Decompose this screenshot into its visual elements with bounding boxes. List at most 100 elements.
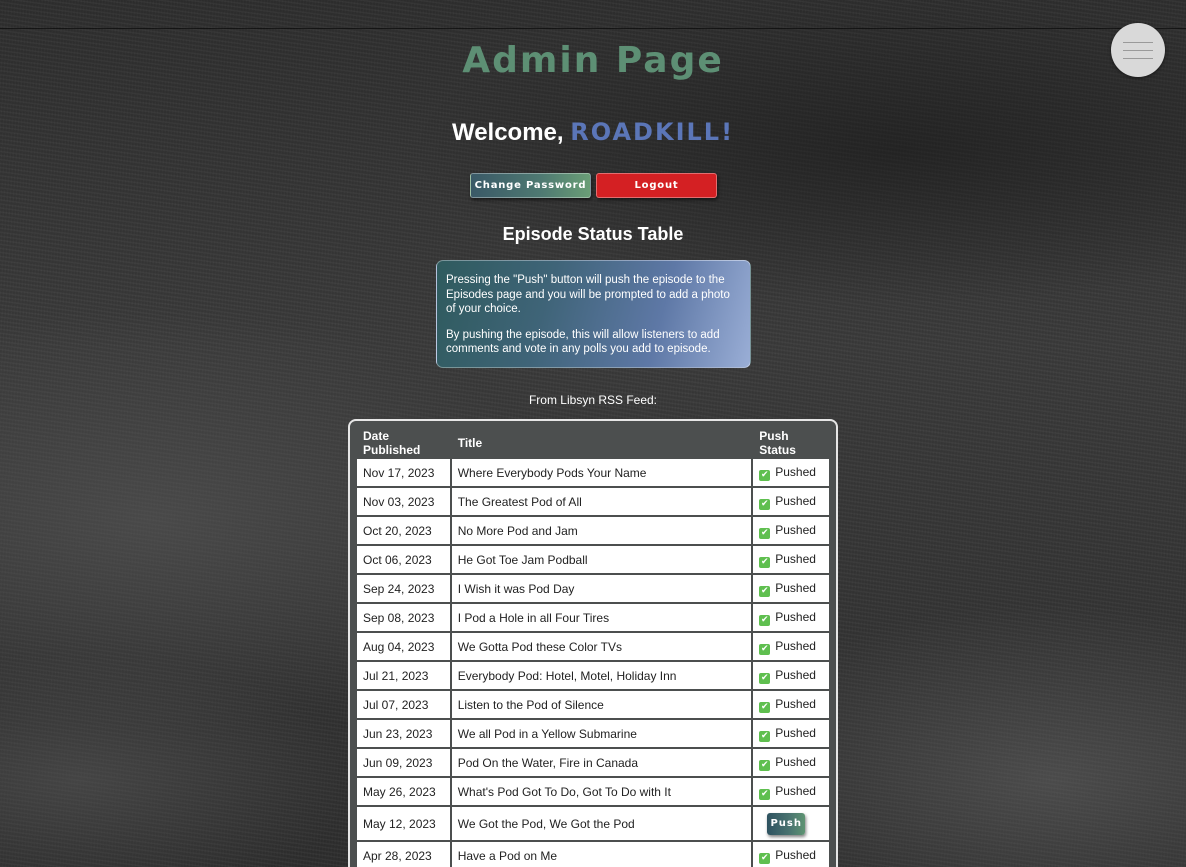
section-title: Episode Status Table — [502, 224, 684, 244]
push-status-cell: ✔ Pushed — [753, 488, 829, 515]
push-status-label: Pushed — [775, 551, 816, 566]
push-status-label: Pushed — [775, 464, 816, 479]
push-status-label: Pushed — [775, 493, 816, 508]
table-row: Oct 06, 2023 He Got Toe Jam Podball ✔ Pushe… — [357, 546, 829, 573]
push-status-label: Pushed — [775, 783, 816, 798]
table-row: Oct 20, 2023 No More Pod and Jam ✔ Pushed — [357, 517, 829, 544]
table-row: May 26, 2023 What's Pod Got To Do, Got To… — [357, 778, 829, 805]
info-paragraph: By pushing the episode, this will allow … — [446, 328, 720, 356]
column-header-status: Push Status — [759, 429, 796, 457]
logout-button[interactable]: Logout — [596, 173, 717, 198]
push-status-label: Pushed — [775, 609, 816, 624]
table-row: Nov 17, 2023 Where Everybody Pods Your Na… — [357, 459, 829, 486]
page-title: Admin Page — [462, 40, 724, 81]
checkmark-icon: ✔ — [759, 614, 771, 626]
checkmark-icon: ✔ — [759, 556, 771, 568]
checkmark-icon: ✔ — [759, 701, 771, 713]
table-body: Nov 17, 2023 Where Everybody Pods Your Na… — [357, 459, 829, 867]
push-status-cell: ✔ Pushed — [753, 720, 829, 747]
checkmark-icon: ✔ — [759, 672, 771, 684]
episode-date: Oct 06, 2023 — [357, 546, 450, 573]
episode-date: Nov 03, 2023 — [357, 488, 450, 515]
table-row: Apr 28, 2023 Have a Pod on Me ✔ Pushed — [357, 842, 829, 867]
episode-date: May 12, 2023 — [357, 807, 450, 840]
episode-status-table: Date Published Title Push Status Nov 17,… — [355, 427, 831, 867]
column-header-date: Date Published — [363, 429, 421, 457]
push-status-cell: ✔ Pushed — [753, 517, 829, 544]
checkmark-icon: ✔ — [759, 498, 771, 510]
episode-date: Nov 17, 2023 — [357, 459, 450, 486]
header-divider — [0, 28, 1186, 29]
episode-date: Oct 20, 2023 — [357, 517, 450, 544]
table-row: Nov 03, 2023 The Greatest Pod of All ✔ Push… — [357, 488, 829, 515]
episode-title: He Got Toe Jam Podball — [451, 546, 752, 573]
episode-title: Everybody Pod: Hotel, Motel, Holiday Inn — [451, 662, 752, 689]
checkmark-icon: ✔ — [759, 469, 771, 481]
push-status-cell: ✔ Pushed — [753, 662, 829, 689]
checkmark-icon: ✔ — [759, 759, 771, 771]
push-status-cell: ✔ Pushed — [753, 749, 829, 776]
checkmark-icon: ✔ — [759, 585, 771, 597]
push-status-cell: ✔ Pushed — [753, 842, 829, 867]
episode-date: May 26, 2023 — [357, 778, 450, 805]
episode-date: Sep 08, 2023 — [357, 604, 450, 631]
table-row: Jul 21, 2023 Everybody Pod: Hotel, Motel,… — [357, 662, 829, 689]
episode-title: No More Pod and Jam — [451, 517, 752, 544]
episode-title: We Got the Pod, We Got the Pod — [451, 807, 752, 840]
push-status-label: Pushed — [775, 754, 816, 769]
push-status-label: Pushed — [775, 847, 816, 862]
episode-date: Sep 24, 2023 — [357, 575, 450, 602]
episode-title: We all Pod in a Yellow Submarine — [451, 720, 752, 747]
push-status-cell: ✔ Pushed — [753, 778, 829, 805]
push-status-label: Pushed — [775, 667, 816, 682]
account-actions: Change Password Logout — [470, 173, 717, 198]
table-row: Sep 08, 2023 I Pod a Hole in all Four Tir… — [357, 604, 829, 631]
table-row: Jul 07, 2023 Listen to the Pod of Silence… — [357, 691, 829, 718]
change-password-button[interactable]: Change Password — [470, 173, 591, 198]
episode-title: I Wish it was Pod Day — [451, 575, 752, 602]
info-box: Pressing the "Push" button will push the… — [436, 260, 751, 368]
episode-date: Jun 09, 2023 — [357, 749, 450, 776]
push-status-cell: ✔ Pushed — [753, 691, 829, 718]
welcome-message: Welcome, ROADKILL! — [0, 118, 1186, 147]
episode-date: Jul 07, 2023 — [357, 691, 450, 718]
checkmark-icon: ✔ — [759, 788, 771, 800]
table-row: Sep 24, 2023 I Wish it was Pod Day ✔ Pushed — [357, 575, 829, 602]
episode-date: Jul 21, 2023 — [357, 662, 450, 689]
push-status-cell: Push — [753, 807, 829, 840]
table-header-row: Date Published Title Push Status — [357, 429, 829, 457]
push-status-cell: ✔ Pushed — [753, 575, 829, 602]
push-status-label: Pushed — [775, 522, 816, 537]
checkmark-icon: ✔ — [759, 643, 771, 655]
push-status-cell: ✔ Pushed — [753, 604, 829, 631]
episode-title: Listen to the Pod of Silence — [451, 691, 752, 718]
push-status-label: Pushed — [775, 580, 816, 595]
push-status-cell: ✔ Pushed — [753, 459, 829, 486]
episode-date: Jun 23, 2023 — [357, 720, 450, 747]
push-button[interactable]: Push — [767, 812, 806, 835]
checkmark-icon: ✔ — [759, 730, 771, 742]
push-status-label: Pushed — [775, 696, 816, 711]
table-row: Jun 09, 2023 Pod On the Water, Fire in Ca… — [357, 749, 829, 776]
push-status-label: Pushed — [775, 638, 816, 653]
table-row: Jun 23, 2023 We all Pod in a Yellow Subma… — [357, 720, 829, 747]
episode-title: I Pod a Hole in all Four Tires — [451, 604, 752, 631]
table-row: May 12, 2023 We Got the Pod, We Got the P… — [357, 807, 829, 840]
episode-title: What's Pod Got To Do, Got To Do with It — [451, 778, 752, 805]
welcome-greeting: Welcome, — [451, 119, 571, 146]
episode-table-container: Date Published Title Push Status Nov 17,… — [348, 419, 838, 867]
checkmark-icon: ✔ — [759, 527, 771, 539]
episode-date: Apr 28, 2023 — [357, 842, 450, 867]
push-status-cell: ✔ Pushed — [753, 546, 829, 573]
table-row: Aug 04, 2023 We Gotta Pod these Color TVs… — [357, 633, 829, 660]
column-header-title: Title — [457, 436, 483, 450]
info-paragraph: Pressing the "Push" button will push the… — [446, 274, 730, 315]
episode-title: We Gotta Pod these Color TVs — [451, 633, 752, 660]
episode-title: Have a Pod on Me — [451, 842, 752, 867]
username: ROADKILL! — [570, 118, 735, 146]
episode-date: Aug 04, 2023 — [357, 633, 450, 660]
episode-title: The Greatest Pod of All — [451, 488, 752, 515]
push-status-cell: ✔ Pushed — [753, 633, 829, 660]
episode-title: Where Everybody Pods Your Name — [451, 459, 752, 486]
episode-title: Pod On the Water, Fire in Canada — [451, 749, 752, 776]
